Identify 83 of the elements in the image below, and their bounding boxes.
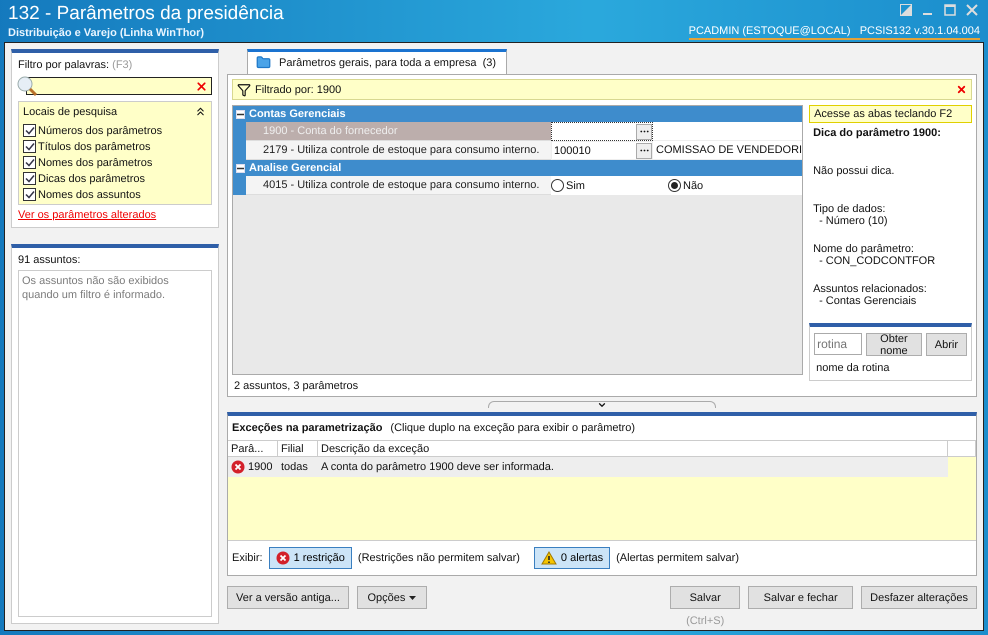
- routine-button[interactable]: Abrir: [926, 333, 967, 356]
- action-button[interactable]: Ver a versão antiga...: [227, 586, 349, 609]
- checkbox-label: Nomes dos parâmetros: [38, 156, 152, 168]
- filter-label: Filtro por palavras: (F3): [18, 59, 134, 71]
- funnel-icon: [237, 82, 251, 96]
- save-button[interactable]: Salvar: [670, 586, 740, 609]
- folder-icon: [256, 55, 271, 70]
- collapse-icon[interactable]: [236, 110, 245, 118]
- window-title: 132 - Parâmetros da presidência: [8, 3, 284, 25]
- filter-text: Filtrado por: 1900: [255, 84, 342, 96]
- collapse-icon[interactable]: [194, 105, 207, 118]
- maximize-icon[interactable]: [944, 4, 956, 16]
- subjects-count: 91 assuntos:: [18, 254, 82, 266]
- checkbox-label: Títulos dos parâmetros: [38, 140, 150, 152]
- tab[interactable]: Parâmetros gerais, para toda a empresa (3): [247, 49, 508, 74]
- error-icon: [231, 460, 245, 474]
- collapse-icon[interactable]: [236, 164, 245, 172]
- error-icon: [276, 551, 290, 565]
- table-cell-text: todas: [280, 461, 309, 473]
- caret-icon: [409, 596, 416, 600]
- restore-icon[interactable]: [900, 4, 912, 16]
- group-header[interactable]: Analise Gerencial: [233, 160, 802, 176]
- clear-filter-icon[interactable]: [956, 84, 967, 95]
- search-field[interactable]: [26, 77, 212, 95]
- checkbox[interactable]: [23, 188, 36, 201]
- toggle-note: (Alertas permitem salvar): [616, 552, 739, 564]
- tip-value: - Contas Gerenciais: [818, 295, 918, 307]
- shortcut-hint: (Ctrl+S): [686, 615, 724, 627]
- summary-text: 2 assuntos, 3 parâmetros: [233, 380, 358, 392]
- locations-title: Locais de pesquisa: [23, 106, 118, 118]
- value-description: COMISSAO DE VENDEDORI: [653, 141, 802, 160]
- session-info: PCADMIN (ESTOQUE@LOCAL) PCSIS132 v.30.1.04.004: [688, 25, 980, 40]
- routine-field[interactable]: rotina: [814, 333, 862, 355]
- tip-value: - CON_CODCONTFOR: [818, 255, 936, 267]
- tip-title: Dica do parâmetro 1900:: [812, 127, 942, 139]
- clear-icon[interactable]: [195, 80, 208, 92]
- warning-icon: [540, 551, 557, 565]
- checkbox[interactable]: [23, 140, 36, 153]
- tip-heading: Tipo de dados:: [813, 203, 886, 215]
- changed-parameters-link[interactable]: Ver os parâmetros alterados: [18, 209, 212, 221]
- value-field[interactable]: 100010: [551, 141, 653, 160]
- exceptions-hint: (Clique duplo na exceção para exibir o parâmetro): [390, 422, 635, 434]
- column-header[interactable]: Parâ...: [228, 441, 278, 456]
- action-button[interactable]: Salvar e fechar: [748, 586, 854, 609]
- checkbox[interactable]: [23, 156, 36, 169]
- search-icon: [16, 75, 38, 97]
- checkbox-label: Números dos parâmetros: [38, 124, 162, 136]
- parameter-label[interactable]: 4015 - Utiliza controle de estoque para consumo interno.: [246, 176, 551, 195]
- radio-button[interactable]: [551, 179, 564, 192]
- checkbox-label: Dicas dos parâmetros: [38, 172, 145, 184]
- close-icon[interactable]: [966, 4, 978, 16]
- radio-label: Não: [683, 180, 704, 192]
- checkbox[interactable]: [23, 124, 36, 137]
- filter-toggle[interactable]: 0 alertas: [534, 547, 610, 569]
- subjects-note: Os assuntos não são exibidos quando um filtro é informado.: [18, 270, 212, 617]
- column-header[interactable]: Descrição da exceção: [318, 441, 948, 456]
- group-header[interactable]: Contas Gerenciais: [233, 106, 802, 122]
- checkbox[interactable]: [23, 172, 36, 185]
- splitter-handle[interactable]: [488, 401, 716, 408]
- filter-toggle[interactable]: 1 restrição: [268, 547, 352, 569]
- column-header[interactable]: Filial: [278, 441, 318, 456]
- radio-label: Sim: [566, 180, 585, 192]
- checkbox-label: Nomes dos assuntos: [38, 188, 141, 200]
- table-cell-text: A conta do parâmetro 1900 deve ser informada.: [320, 461, 555, 473]
- table-cell: 1900: [228, 460, 278, 474]
- tip-text: Não possui dica.: [812, 165, 896, 177]
- ellipsis-button[interactable]: [636, 124, 652, 140]
- parameter-label[interactable]: 2179 - Utiliza controle de estoque para consumo interno.: [246, 141, 551, 160]
- menu-button[interactable]: Opções: [356, 586, 427, 609]
- tip-heading: Nome do parâmetro:: [813, 243, 915, 255]
- action-button[interactable]: Desfazer alterações: [861, 586, 977, 609]
- window-subtitle: Distribuição e Varejo (Linha WinThor): [8, 26, 204, 38]
- tabs-hint: Acesse as abas teclando F2: [809, 105, 972, 123]
- display-label: Exibir:: [232, 552, 263, 564]
- radio-button[interactable]: [668, 179, 681, 192]
- ellipsis-button[interactable]: [636, 142, 652, 158]
- routine-caption: nome da rotina: [815, 362, 890, 374]
- tip-heading: Assuntos relacionados:: [813, 283, 928, 295]
- toggle-note: (Restrições não permitem salvar): [358, 552, 520, 564]
- value-field[interactable]: [551, 122, 653, 141]
- exceptions-title: Exceções na parametrização: [232, 422, 382, 434]
- routine-button[interactable]: Obter nome: [866, 333, 922, 356]
- tip-value: - Número (10): [818, 215, 889, 227]
